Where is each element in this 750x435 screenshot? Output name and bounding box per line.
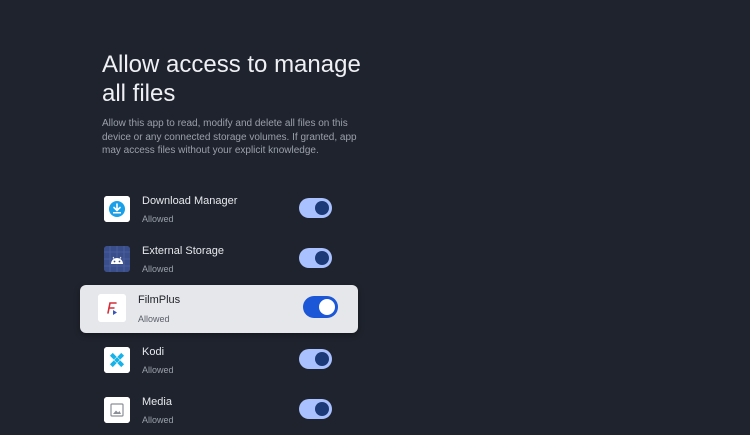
app-name: Download Manager <box>142 195 238 207</box>
app-item-external-storage[interactable]: External Storage Allowed <box>102 244 338 284</box>
kodi-icon <box>104 347 130 373</box>
access-toggle[interactable] <box>299 399 332 419</box>
app-item-download-manager[interactable]: Download Manager Allowed <box>102 194 338 234</box>
app-status: Allowed <box>142 214 174 224</box>
app-name: Media <box>142 396 172 408</box>
settings-panel: Allow access to manage all files Allow t… <box>0 0 750 425</box>
toggle-knob <box>319 299 335 315</box>
download-manager-icon <box>104 196 130 222</box>
app-status: Allowed <box>138 314 170 324</box>
app-status: Allowed <box>142 415 174 425</box>
app-item-filmplus[interactable]: FilmPlus Allowed <box>80 285 358 333</box>
access-toggle[interactable] <box>299 248 332 268</box>
toggle-knob <box>315 251 329 265</box>
toggle-knob <box>315 201 329 215</box>
app-status: Allowed <box>142 264 174 274</box>
access-toggle[interactable] <box>299 198 332 218</box>
app-name: External Storage <box>142 245 224 257</box>
app-name: Kodi <box>142 346 165 358</box>
toggle-knob <box>315 352 329 366</box>
app-name: FilmPlus <box>138 294 181 306</box>
app-item-kodi[interactable]: Kodi Allowed <box>102 345 338 385</box>
app-status: Allowed <box>142 365 174 375</box>
app-list: Download Manager Allowed External Storag… <box>0 0 750 425</box>
filmplus-icon <box>98 294 126 322</box>
toggle-knob <box>315 402 329 416</box>
android-icon <box>104 246 130 272</box>
access-toggle[interactable] <box>303 296 338 318</box>
app-item-media[interactable]: Media Allowed <box>102 395 338 435</box>
media-icon <box>104 397 130 423</box>
access-toggle[interactable] <box>299 349 332 369</box>
